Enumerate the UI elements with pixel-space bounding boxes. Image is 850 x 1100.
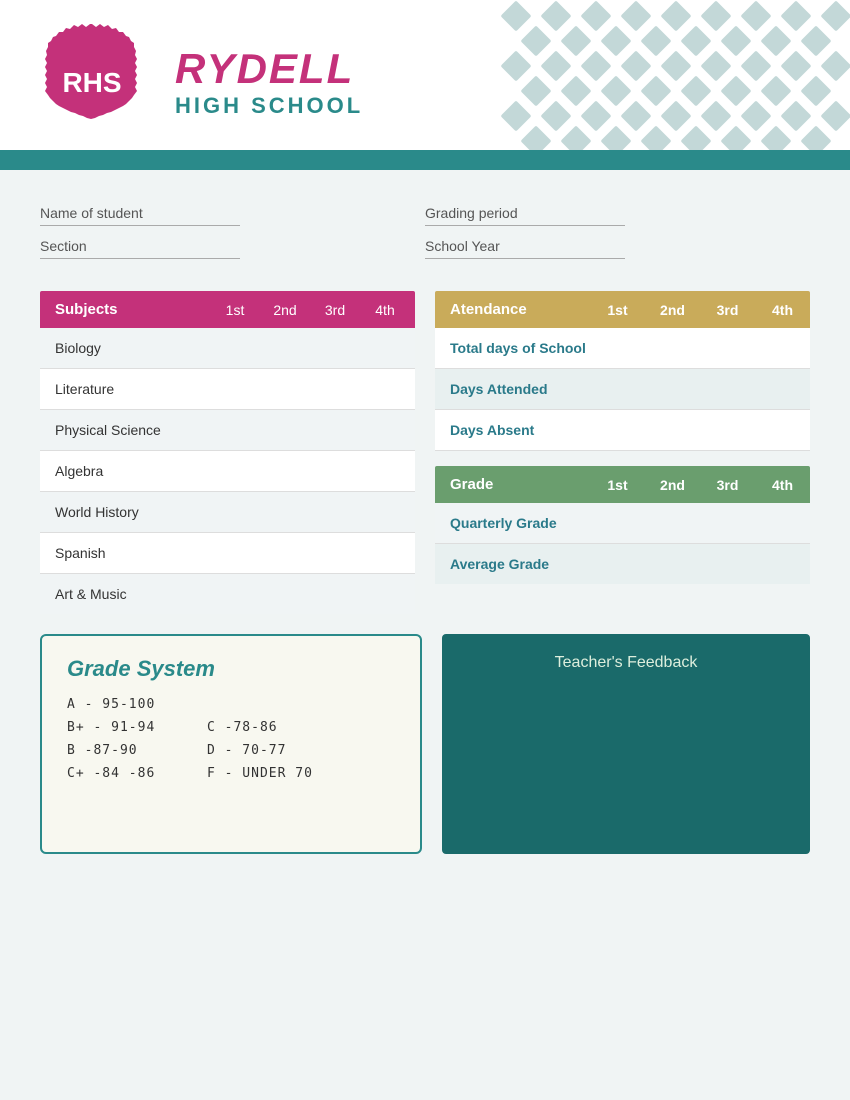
subject-physical-science: Physical Science [55, 422, 400, 438]
subject-row-literature: Literature [40, 369, 415, 410]
school-year-label: School Year [425, 238, 625, 259]
days-attended-label: Days Attended [450, 381, 795, 397]
subjects-col-1st: 1st [220, 302, 250, 318]
school-name-main: RYDELL [175, 45, 363, 93]
student-info-row: Name of student Section Grading period S… [40, 190, 810, 291]
grade-col-2nd: 2nd [645, 477, 700, 493]
header: RHS RYDELL HIGH SCHOOL [0, 0, 850, 170]
right-column: Atendance 1st 2nd 3rd 4th Total days of … [435, 291, 810, 614]
subject-literature: Literature [55, 381, 400, 397]
grade-scale-row-a: A - 95-100 [67, 697, 395, 712]
subject-art-music: Art & Music [55, 586, 400, 602]
grade-scale-f: F - UNDER 70 [207, 766, 327, 781]
grade-scale-row-cplus-f: C+ -84 -86 F - UNDER 70 [67, 766, 395, 781]
subject-row-art-music: Art & Music [40, 574, 415, 614]
grade-system-box: Grade System A - 95-100 B+ - 91-94 C -78… [40, 634, 422, 854]
grade-header-label: Grade [435, 476, 590, 493]
school-name-block: RYDELL HIGH SCHOOL [175, 45, 363, 119]
grade-col-1st: 1st [590, 477, 645, 493]
grade-table-header: Grade 1st 2nd 3rd 4th [435, 466, 810, 503]
content-columns: Subjects 1st 2nd 3rd 4th Biology Literat… [40, 291, 810, 614]
average-grade-label: Average Grade [450, 556, 795, 572]
grade-scale-b: B -87-90 [67, 743, 187, 758]
info-right: Grading period School Year [425, 205, 810, 271]
subjects-grade-cols: 1st 2nd 3rd 4th [220, 302, 400, 318]
subject-spanish: Spanish [55, 545, 400, 561]
subjects-col-4th: 4th [370, 302, 400, 318]
diamond-pattern-decoration [500, 0, 850, 155]
subjects-column: Subjects 1st 2nd 3rd 4th Biology Literat… [40, 291, 415, 614]
name-of-student-field: Name of student [40, 205, 425, 226]
attendance-col-1st: 1st [590, 302, 645, 318]
subjects-col-3rd: 3rd [320, 302, 350, 318]
subject-row-spanish: Spanish [40, 533, 415, 574]
info-left: Name of student Section [40, 205, 425, 271]
section-label: Section [40, 238, 240, 259]
quarterly-grade-label: Quarterly Grade [450, 515, 795, 531]
grade-row-quarterly: Quarterly Grade [435, 503, 810, 544]
grading-period-field: Grading period [425, 205, 810, 226]
days-absent-label: Days Absent [450, 422, 795, 438]
name-of-student-label: Name of student [40, 205, 240, 226]
grade-scale-cplus: C+ -84 -86 [67, 766, 187, 781]
attendance-row-days-attended: Days Attended [435, 369, 810, 410]
grade-scale-row-b-plus-c: B+ - 91-94 C -78-86 [67, 720, 395, 735]
attendance-col-3rd: 3rd [700, 302, 755, 318]
subject-biology: Biology [55, 340, 400, 356]
logo-rhs-text: RHS [62, 67, 121, 98]
grade-system-title: Grade System [67, 656, 395, 682]
grade-scale-bplus: B+ - 91-94 [67, 720, 187, 735]
header-teal-bar [0, 150, 850, 170]
teacher-feedback-label: Teacher's Feedback [555, 654, 698, 672]
grade-scale-c: C -78-86 [207, 720, 327, 735]
main-content: Name of student Section Grading period S… [0, 170, 850, 1100]
school-name-subtitle: HIGH SCHOOL [175, 93, 363, 119]
subject-row-algebra: Algebra [40, 451, 415, 492]
grade-scale-a: A - 95-100 [67, 697, 187, 712]
subject-row-physical-science: Physical Science [40, 410, 415, 451]
attendance-row-days-absent: Days Absent [435, 410, 810, 451]
subjects-table-header: Subjects 1st 2nd 3rd 4th [40, 291, 415, 328]
total-days-label: Total days of School [450, 340, 795, 356]
grade-scale-row-b-d: B -87-90 D - 70-77 [67, 743, 395, 758]
attendance-row-total-days: Total days of School [435, 328, 810, 369]
subject-algebra: Algebra [55, 463, 400, 479]
attendance-col-4th: 4th [755, 302, 810, 318]
school-badge: RHS [32, 22, 152, 142]
section-field: Section [40, 238, 425, 259]
subject-row-world-history: World History [40, 492, 415, 533]
grade-scale-d: D - 70-77 [207, 743, 327, 758]
attendance-header-label: Atendance [435, 301, 590, 318]
school-year-field: School Year [425, 238, 810, 259]
subjects-header-label: Subjects [55, 301, 220, 318]
grade-col-4th: 4th [755, 477, 810, 493]
grade-col-3rd: 3rd [700, 477, 755, 493]
subject-world-history: World History [55, 504, 400, 520]
subjects-col-2nd: 2nd [270, 302, 300, 318]
teacher-feedback-box: Teacher's Feedback [442, 634, 810, 854]
grading-period-label: Grading period [425, 205, 625, 226]
attendance-col-2nd: 2nd [645, 302, 700, 318]
subject-row-biology: Biology [40, 328, 415, 369]
attendance-table-header: Atendance 1st 2nd 3rd 4th [435, 291, 810, 328]
bottom-row: Grade System A - 95-100 B+ - 91-94 C -78… [40, 634, 810, 854]
grade-row-average: Average Grade [435, 544, 810, 584]
